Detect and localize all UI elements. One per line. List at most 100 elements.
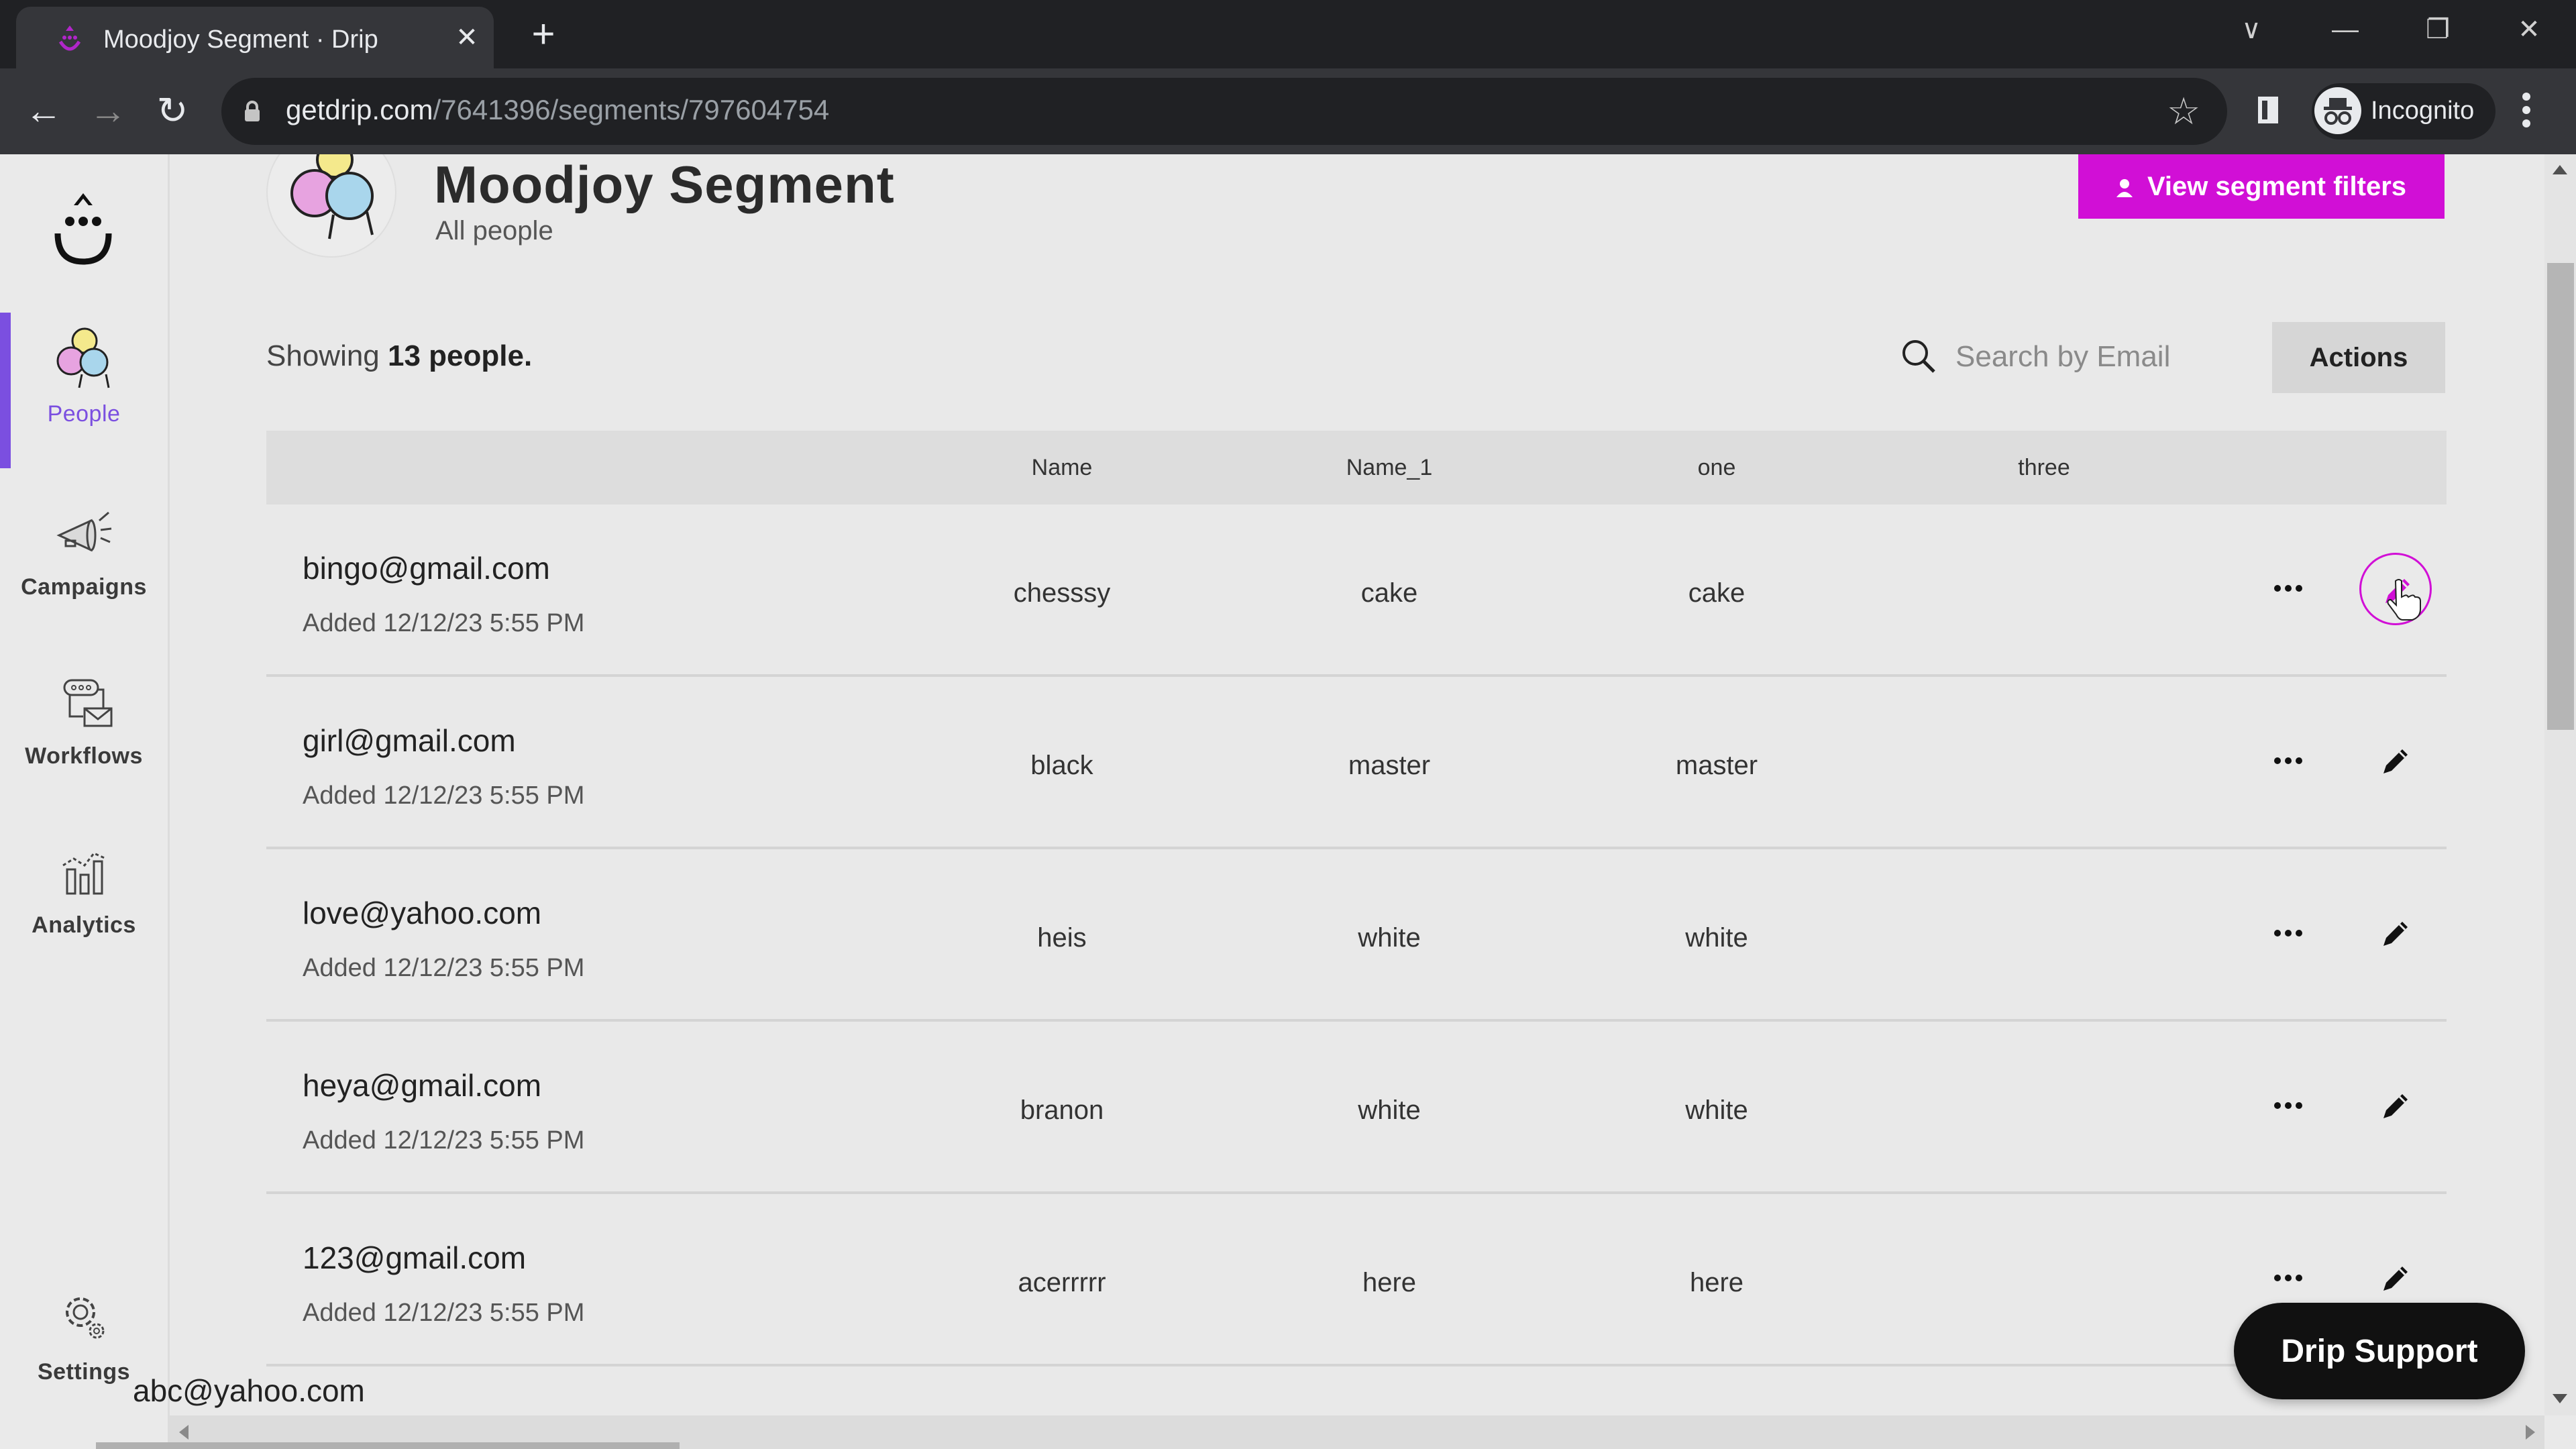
table-header: Name Name_1 one three (266, 431, 2447, 504)
cell-name: branon (1020, 1095, 1104, 1125)
person-email[interactable]: girl@gmail.com (303, 722, 516, 759)
page-subtitle: All people (435, 216, 553, 246)
person-email[interactable]: bingo@gmail.com (303, 550, 550, 586)
edit-person-button[interactable] (2359, 1070, 2432, 1142)
pencil-icon (2383, 749, 2408, 773)
cell-one: here (1689, 1268, 1744, 1297)
app-sidebar: People Campaigns Workflows Analytics Set… (0, 154, 170, 1449)
actions-button[interactable]: Actions (2272, 322, 2445, 393)
added-date: Added 12/12/23 5:55 PM (303, 1299, 585, 1327)
sidebar-item-label: Campaigns (21, 574, 147, 600)
close-window-icon[interactable]: ✕ (2502, 9, 2556, 50)
more-options-icon[interactable] (2272, 916, 2319, 950)
table-row[interactable]: heya@gmail.com Added 12/12/23 5:55 PM br… (266, 1022, 2447, 1194)
people-count: 13 people. (388, 339, 533, 372)
incognito-icon (2314, 87, 2361, 134)
cell-one: cake (1688, 578, 1746, 608)
added-date: Added 12/12/23 5:55 PM (303, 782, 585, 810)
person-icon (2116, 178, 2133, 197)
new-tab-button[interactable]: + (525, 14, 562, 55)
results-summary: Showing 13 people. (266, 339, 533, 372)
main-content: Moodjoy Segment All people View segment … (170, 154, 2544, 1415)
side-panel-icon[interactable] (2258, 97, 2278, 123)
person-email[interactable]: heya@gmail.com (303, 1067, 541, 1104)
incognito-indicator[interactable]: Incognito (2312, 83, 2496, 140)
drip-logo-icon[interactable] (52, 191, 114, 266)
cell-one: white (1685, 923, 1748, 953)
browser-tab-strip: Moodjoy Segment · Drip ✕ + ∨ — ❐ ✕ (0, 0, 2576, 68)
table-row[interactable]: girl@gmail.com Added 12/12/23 5:55 PM bl… (266, 677, 2447, 849)
search-by-email-input[interactable] (1954, 331, 2245, 382)
table-row[interactable]: love@yahoo.com Added 12/12/23 5:55 PM he… (266, 849, 2447, 1022)
hand-cursor-icon (2387, 579, 2421, 621)
scroll-up-arrow-icon[interactable] (2553, 165, 2567, 174)
tab-close-icon[interactable]: ✕ (451, 21, 483, 54)
more-options-icon[interactable] (2272, 1261, 2319, 1295)
column-header-name-1[interactable]: Name_1 (1346, 455, 1433, 481)
active-indicator (0, 313, 11, 468)
sidebar-item-label: People (47, 401, 121, 427)
drip-favicon-icon (58, 25, 81, 51)
scroll-down-arrow-icon[interactable] (2553, 1394, 2567, 1403)
person-email[interactable]: love@yahoo.com (303, 895, 541, 931)
incognito-label: Incognito (2371, 97, 2475, 125)
browser-tab[interactable]: Moodjoy Segment · Drip ✕ (16, 7, 494, 68)
back-icon[interactable]: ← (20, 89, 67, 136)
horizontal-scrollbar[interactable] (96, 1415, 2544, 1449)
vertical-scroll-thumb[interactable] (2547, 263, 2574, 730)
tab-search-icon[interactable]: ∨ (2224, 9, 2278, 50)
sidebar-item-workflows[interactable]: Workflows (0, 655, 168, 809)
restore-icon[interactable]: ❐ (2411, 9, 2465, 50)
more-options-icon[interactable] (2272, 572, 2319, 605)
forward-icon[interactable]: → (85, 89, 131, 136)
tab-title: Moodjoy Segment · Drip (103, 25, 378, 54)
table-row[interactable]: 123@gmail.com Added 12/12/23 5:55 PM ace… (266, 1194, 2447, 1366)
pencil-icon (2383, 922, 2408, 946)
sidebar-item-analytics[interactable]: Analytics (0, 824, 168, 978)
view-segment-filters-label: View segment filters (2147, 171, 2407, 201)
edit-person-button[interactable] (2359, 898, 2432, 970)
people-icon (56, 327, 110, 388)
edit-person-button[interactable] (2359, 725, 2432, 798)
sidebar-item-label: Workflows (25, 743, 143, 769)
column-header-three[interactable]: three (2018, 455, 2070, 481)
browser-toolbar: ← → ↻ getdrip.com/7641396/segments/79760… (0, 68, 2576, 154)
people-table: Name Name_1 one three bingo@gmail.com Ad… (266, 431, 2447, 1366)
cell-name-1: master (1348, 751, 1431, 780)
person-email[interactable]: 123@gmail.com (303, 1240, 526, 1276)
page-title: Moodjoy Segment (434, 155, 895, 214)
cell-name-1: cake (1360, 578, 1418, 608)
minimize-icon[interactable]: — (2318, 9, 2372, 50)
horizontal-scroll-thumb[interactable] (96, 1442, 680, 1449)
pencil-icon (2383, 1267, 2408, 1291)
gear-icon (66, 1297, 105, 1339)
vertical-scrollbar[interactable] (2544, 154, 2576, 1415)
sidebar-item-campaigns[interactable]: Campaigns (0, 486, 168, 640)
more-options-icon[interactable] (2272, 744, 2319, 777)
cell-name-1: white (1358, 923, 1421, 953)
table-row[interactable]: bingo@gmail.com Added 12/12/23 5:55 PM c… (266, 504, 2447, 677)
partial-row-email[interactable]: abc@yahoo.com (133, 1373, 365, 1413)
sidebar-item-people[interactable]: People (0, 313, 168, 468)
column-header-one[interactable]: one (1698, 455, 1736, 481)
cell-name: acerrrrr (1018, 1268, 1106, 1297)
cell-name: black (1030, 751, 1093, 780)
column-header-name[interactable]: Name (1032, 455, 1093, 481)
analytics-icon (62, 852, 107, 895)
cell-name: heis (1037, 923, 1087, 953)
view-segment-filters-button[interactable]: View segment filters (2078, 154, 2445, 219)
cell-one: master (1675, 751, 1758, 780)
bookmark-star-icon[interactable]: ☆ (2167, 91, 2200, 131)
scroll-right-arrow-icon[interactable] (2526, 1425, 2535, 1440)
browser-menu-icon[interactable] (2520, 89, 2533, 136)
drip-support-button[interactable]: Drip Support (2234, 1303, 2525, 1399)
added-date: Added 12/12/23 5:55 PM (303, 609, 585, 637)
cell-name: chesssy (1013, 578, 1111, 608)
address-bar[interactable]: getdrip.com/7641396/segments/797604754 ☆ (221, 78, 2227, 145)
search-icon (1902, 340, 1935, 373)
more-options-icon[interactable] (2272, 1089, 2319, 1122)
scroll-left-arrow-icon[interactable] (179, 1425, 189, 1440)
cell-name-1: here (1362, 1268, 1417, 1297)
lock-icon (245, 101, 260, 121)
reload-icon[interactable]: ↻ (149, 89, 196, 136)
